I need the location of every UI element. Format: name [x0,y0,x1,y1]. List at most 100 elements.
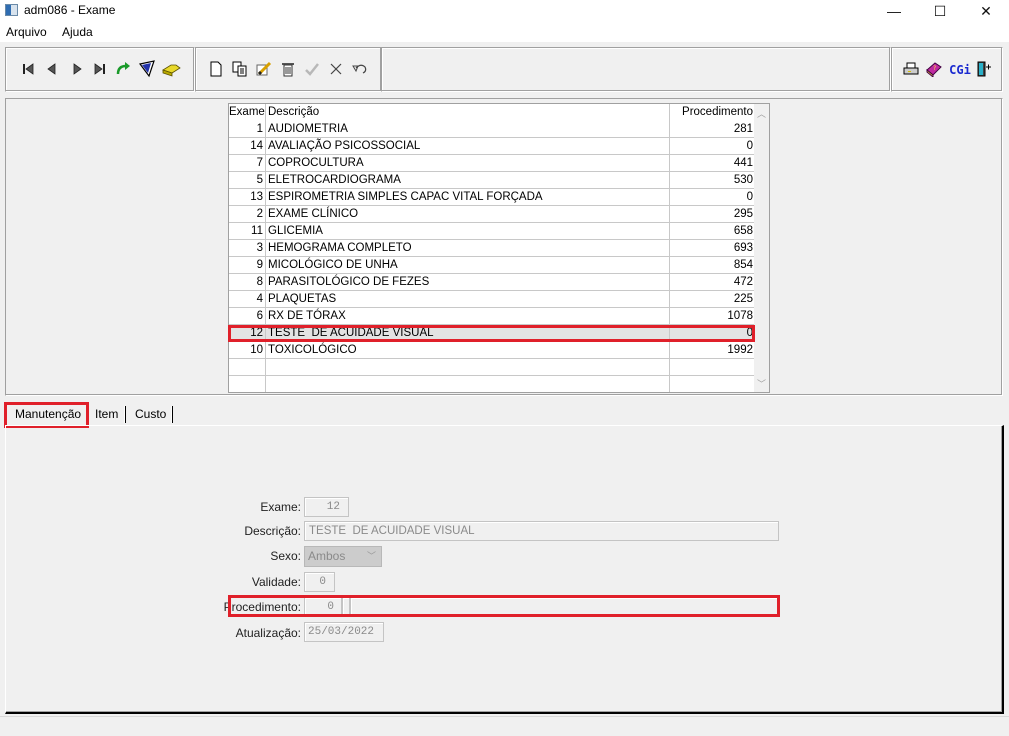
header-descricao[interactable]: Descrição [266,104,670,121]
atualizacao-label: Atualização: [235,626,301,640]
undo-icon [352,62,368,79]
header-procedimento[interactable]: Procedimento [670,104,755,121]
edit-button[interactable] [254,60,274,80]
cell-procedimento: 693 [733,242,753,254]
table-row[interactable]: 11 GLICEMIA 658 [229,223,755,240]
descricao-field[interactable]: TESTE DE ACUIDADE VISUAL [304,521,779,541]
help-book-icon: ? [925,61,943,80]
table-row[interactable]: 1 AUDIOMETRIA 281 [229,121,755,138]
cell-exame: 13 [229,189,266,206]
tab-manutencao[interactable]: Manutenção [9,403,87,425]
extras-toolbar-group: ? CGi [891,47,1003,92]
validade-field[interactable]: 0 [304,572,335,592]
cell-descricao: ESPIROMETRIA SIMPLES CAPAC VITAL FORÇADA [266,189,670,206]
cell-procedimento: 1078 [727,310,753,322]
cell-procedimento: 530 [733,174,753,186]
atualizacao-field[interactable]: 25/03/2022 [304,622,384,642]
cell-procedimento: 472 [733,276,753,288]
exame-label: Exame: [260,500,301,514]
svg-text:?: ? [933,65,936,72]
navigation-toolbar-group [5,47,195,92]
table-row[interactable] [229,376,755,392]
exam-grid[interactable]: Exame Descrição Procedimento 1 AUDIOMETRI… [228,103,770,393]
cell-descricao: EXAME CLÍNICO [266,206,670,223]
table-row[interactable]: 7 COPROCULTURA 441 [229,155,755,172]
cell-procedimento: 0 [746,191,753,203]
cell-exame: 11 [229,223,266,240]
cancel-x-icon [329,62,343,79]
table-row[interactable]: 13 ESPIROMETRIA SIMPLES CAPAC VITAL FORÇA… [229,189,755,206]
first-record-button[interactable] [18,60,38,80]
grid-scrollbar[interactable]: ︿ ﹀ [754,104,769,392]
exit-button[interactable] [974,60,994,80]
cell-descricao: RX DE TÓRAX [266,308,670,325]
cell-procedimento: 1992 [727,344,753,356]
table-row[interactable]: 5 ELETROCARDIOGRAMA 530 [229,172,755,189]
close-icon: ✕ [980,2,992,19]
copy-button[interactable] [230,60,250,80]
table-row[interactable]: 8 PARASITOLÓGICO DE FEZES 472 [229,274,755,291]
filter-button[interactable] [138,59,158,80]
next-record-icon [70,62,84,79]
window-title: adm086 - Exame [24,3,116,17]
descricao-label: Descrição: [244,524,301,538]
undo-button[interactable] [350,60,370,80]
menu-arquivo[interactable]: Arquivo [6,25,47,39]
search-folder-button[interactable] [162,60,182,80]
cell-descricao: PLAQUETAS [266,291,670,308]
cell-descricao: COPROCULTURA [266,155,670,172]
menu-ajuda[interactable]: Ajuda [62,25,93,39]
table-row[interactable]: 9 MICOLÓGICO DE UNHA 854 [229,257,755,274]
print-button[interactable] [901,60,921,80]
cgi-button[interactable]: CGi [948,60,972,80]
cell-descricao [266,376,670,392]
cell-descricao: AVALIAÇÃO PSICOSSOCIAL [266,138,670,155]
table-row[interactable]: 2 EXAME CLÍNICO 295 [229,206,755,223]
toolbar: ? CGi [5,47,1003,93]
cell-procedimento: 441 [733,157,753,169]
close-button[interactable]: ✕ [963,0,1009,22]
table-row[interactable]: 10 TOXICOLÓGICO 1992 [229,342,755,359]
tab-item[interactable]: Item [89,403,124,425]
help-button[interactable]: ? [924,60,944,80]
procedimento-description-field[interactable] [350,597,778,617]
table-row-selected[interactable]: 12 TESTE DE ACUIDADE VISUAL 0 [229,325,755,342]
next-record-button[interactable] [67,60,87,80]
manutencao-panel [5,425,1004,714]
scroll-up-icon[interactable]: ︿ [754,106,769,121]
cgi-icon: CGi [949,63,971,77]
refresh-button[interactable] [113,60,133,80]
grid-header: Exame Descrição Procedimento [229,104,755,121]
table-row[interactable]: 4 PLAQUETAS 225 [229,291,755,308]
table-row[interactable]: 14 AVALIAÇÃO PSICOSSOCIAL 0 [229,138,755,155]
chevron-down-icon: ﹀ [366,551,376,561]
exame-field[interactable]: 12 [304,497,349,517]
tab-custo[interactable]: Custo [129,403,172,425]
previous-record-button[interactable] [42,60,62,80]
print-icon [903,62,919,79]
table-row[interactable]: 3 HEMOGRAMA COMPLETO 693 [229,240,755,257]
table-row[interactable]: 6 RX DE TÓRAX 1078 [229,308,755,325]
cell-exame: 7 [229,155,266,172]
cell-exame [229,376,266,392]
scroll-down-icon[interactable]: ﹀ [754,376,769,391]
last-record-button[interactable] [90,60,110,80]
cancel-button[interactable] [326,60,346,80]
minimize-button[interactable]: — [871,0,917,22]
sexo-select[interactable]: Ambos ﹀ [304,546,382,567]
header-exame[interactable]: Exame [229,104,266,121]
new-document-icon [209,61,223,80]
cell-descricao: AUDIOMETRIA [266,121,670,138]
cell-descricao: TESTE DE ACUIDADE VISUAL [266,325,670,342]
status-bar [0,716,1009,736]
cell-procedimento: 0 [746,327,753,339]
exit-door-icon [976,61,992,80]
table-row[interactable] [229,359,755,376]
maximize-button[interactable]: ☐ [917,0,963,22]
delete-button[interactable] [278,60,298,80]
procedimento-code-field[interactable]: 0 [304,597,342,617]
new-record-button[interactable] [206,60,226,80]
procedimento-lookup-button[interactable] [342,597,350,617]
refresh-icon [115,61,131,80]
confirm-button[interactable] [302,60,322,80]
